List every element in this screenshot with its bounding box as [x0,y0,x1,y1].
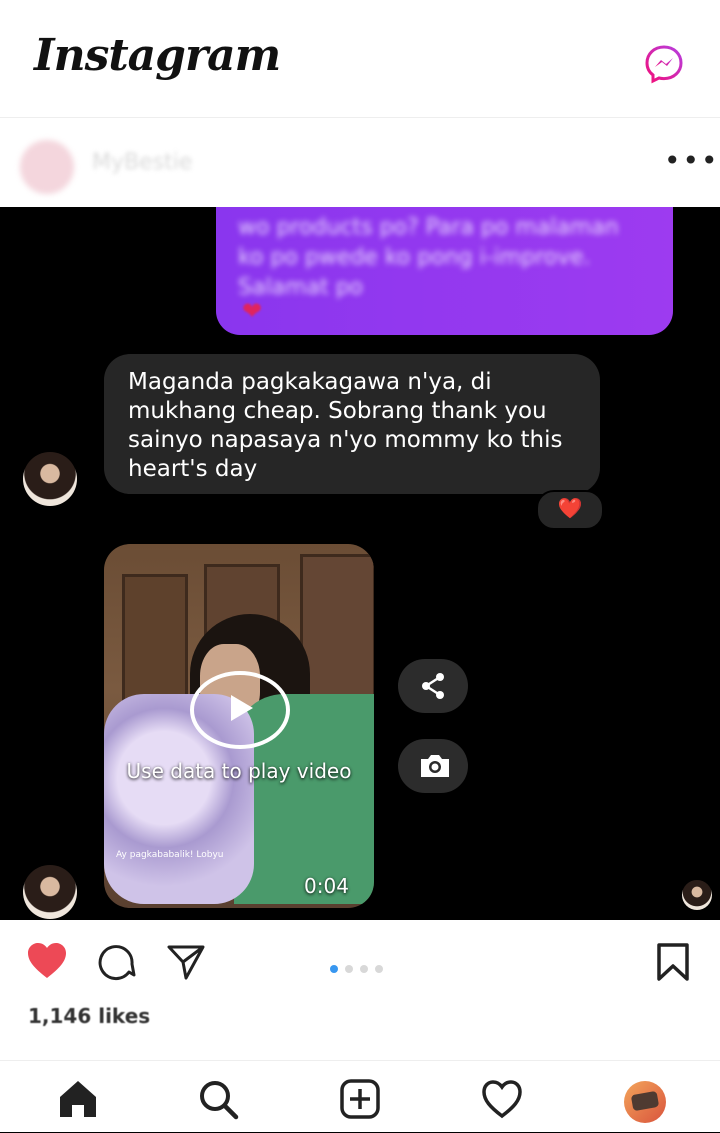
top-panel: Instagram MyBestie ••• [0,0,720,207]
post-footer: 1,146 likes [0,920,720,1132]
likes-count[interactable]: 1,146 likes [28,1004,150,1028]
play-button[interactable] [190,671,290,749]
camera-button[interactable] [398,739,468,793]
profile-icon[interactable] [624,1081,666,1123]
video-overlay-text: Use data to play video [126,759,352,783]
seen-avatar [682,880,712,910]
more-horizontal-icon[interactable]: ••• [664,144,720,177]
post-header: MyBestie ••• [0,118,720,207]
share-icon [422,673,444,699]
carousel-dot [345,965,353,973]
post-avatar[interactable] [20,140,74,194]
home-icon[interactable] [56,1077,100,1121]
search-icon[interactable] [196,1077,240,1121]
heart-emoji-icon: ❤ [242,297,263,325]
video-caption: Ay pagkababalik! Lobyu [116,850,224,860]
bottom-nav [0,1060,720,1133]
like-icon[interactable] [26,942,68,984]
play-icon [231,695,253,721]
reaction-badge[interactable]: ❤️ [536,490,604,530]
dm-screenshot: wo products po? Para po malaman ko po pw… [0,207,720,920]
sender-avatar-2 [23,865,77,919]
post-action-bar [0,920,720,1005]
carousel-dot [375,965,383,973]
sent-message-bubble: wo products po? Para po malaman ko po pw… [216,207,673,335]
heart-reaction-icon: ❤️ [557,496,583,520]
send-icon[interactable] [166,942,206,986]
carousel-dot [330,965,338,973]
new-post-icon[interactable] [338,1077,382,1121]
received-message-text: Maganda pagkakagawa n'ya, di mukhang che… [128,369,563,482]
app-header: Instagram [0,0,720,118]
app-logo[interactable]: Instagram [34,30,281,81]
camera-icon [421,755,449,777]
received-message-bubble: Maganda pagkakagawa n'ya, di mukhang che… [104,354,600,494]
video-duration: 0:04 [304,874,349,898]
messenger-icon[interactable] [644,44,684,84]
video-message[interactable]: Use data to play video Ay pagkababalik! … [104,544,374,908]
post-username[interactable]: MyBestie [92,150,192,175]
share-button[interactable] [398,659,468,713]
bookmark-icon[interactable] [656,942,690,986]
carousel-indicator [330,958,390,977]
carousel-dot [360,965,368,973]
comment-icon[interactable] [96,942,136,986]
sender-avatar [23,452,77,506]
activity-icon[interactable] [480,1077,524,1121]
sent-message-text: wo products po? Para po malaman ko po pw… [238,215,619,300]
